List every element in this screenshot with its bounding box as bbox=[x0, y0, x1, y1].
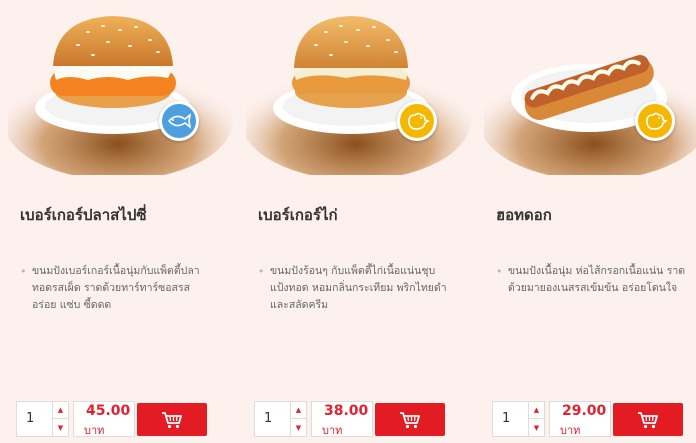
chicken-icon bbox=[408, 112, 430, 130]
currency-unit: บาท bbox=[560, 424, 581, 437]
price-box: 38.00 บาท bbox=[311, 401, 373, 437]
increment-button[interactable]: ▲ bbox=[52, 402, 68, 419]
decrement-button[interactable]: ▼ bbox=[52, 419, 68, 436]
product-name: ฮอทดอก bbox=[496, 206, 552, 224]
description-line: ขนมปังเนื้อนุ่ม ห่อไส้กรอกเนื้อแน่น ราด bbox=[508, 265, 686, 277]
decrement-button[interactable]: ▼ bbox=[528, 419, 544, 436]
add-to-cart-button[interactable] bbox=[613, 403, 683, 436]
product-card: ฮอทดอก • ขนมปังเนื้อนุ่ม ห่อไส้กรอกเนื้อ… bbox=[484, 0, 696, 443]
chicken-badge bbox=[397, 101, 437, 141]
description-line: แป้งทอด หอมกลิ่นกระเทียม พริกไทยดำ bbox=[270, 282, 447, 294]
product-card: เบอร์เกอร์ไก่ • ขนมปังร้อนๆ กับแพ็ตตี้ไก… bbox=[246, 0, 471, 443]
fish-icon bbox=[167, 113, 192, 129]
quantity-value[interactable]: 1 bbox=[502, 411, 510, 426]
cart-icon bbox=[162, 411, 182, 428]
description-line: และสลัดครีม bbox=[270, 299, 329, 311]
price-value: 29.00 bbox=[562, 403, 607, 419]
increment-button[interactable]: ▲ bbox=[290, 402, 306, 419]
description-line: อร่อย แซ่บ ซี้ดดด bbox=[32, 299, 112, 311]
product-description: • ขนมปังเบอร์เกอร์เนื้อนุ่มกับแพ็ตตี้ปลา… bbox=[20, 263, 210, 314]
chicken-icon bbox=[646, 112, 668, 130]
price-box: 45.00 บาท bbox=[73, 401, 135, 437]
product-name: เบอร์เกอร์ไก่ bbox=[258, 206, 338, 224]
product-image bbox=[484, 55, 696, 175]
currency-unit: บาท bbox=[322, 424, 343, 437]
price-value: 38.00 bbox=[324, 403, 369, 419]
product-description: • ขนมปังเนื้อนุ่ม ห่อไส้กรอกเนื้อแน่น รา… bbox=[496, 263, 694, 297]
fish-badge bbox=[159, 101, 199, 141]
description-line: ขนมปังร้อนๆ กับแพ็ตตี้ไก่เนื้อแน่นชุบ bbox=[270, 265, 436, 277]
quantity-value[interactable]: 1 bbox=[26, 411, 34, 426]
bullet-icon: • bbox=[20, 265, 27, 278]
currency-unit: บาท bbox=[84, 424, 105, 437]
cart-icon bbox=[638, 411, 658, 428]
quantity-value[interactable]: 1 bbox=[264, 411, 272, 426]
add-to-cart-button[interactable] bbox=[137, 403, 207, 436]
decrement-button[interactable]: ▼ bbox=[290, 419, 306, 436]
product-image bbox=[8, 16, 233, 175]
description-line: ขนมปังเบอร์เกอร์เนื้อนุ่มกับแพ็ตตี้ปลา bbox=[32, 265, 200, 277]
add-to-cart-button[interactable] bbox=[375, 403, 445, 436]
price-value: 45.00 bbox=[86, 403, 131, 419]
description-line: ด้วยมายองเนสรสเข้มข้น อร่อยโดนใจ bbox=[508, 282, 678, 294]
quantity-stepper[interactable]: 1 ▲ ▼ bbox=[16, 401, 69, 437]
product-image bbox=[246, 16, 471, 175]
product-description: • ขนมปังร้อนๆ กับแพ็ตตี้ไก่เนื้อแน่นชุบ … bbox=[258, 263, 458, 314]
increment-button[interactable]: ▲ bbox=[528, 402, 544, 419]
product-card: เบอร์เกอร์ปลาสไปซี่ • ขนมปังเบอร์เกอร์เน… bbox=[8, 0, 233, 443]
chicken-badge bbox=[635, 101, 675, 141]
bullet-icon: • bbox=[496, 265, 503, 278]
quantity-stepper[interactable]: 1 ▲ ▼ bbox=[492, 401, 545, 437]
bullet-icon: • bbox=[258, 265, 265, 278]
description-line: ทอดรสเผ็ด ราดด้วยทาร์ทาร์ซอสรส bbox=[32, 282, 191, 294]
price-box: 29.00 บาท bbox=[549, 401, 611, 437]
quantity-stepper[interactable]: 1 ▲ ▼ bbox=[254, 401, 307, 437]
product-name: เบอร์เกอร์ปลาสไปซี่ bbox=[20, 206, 147, 224]
cart-icon bbox=[400, 411, 420, 428]
